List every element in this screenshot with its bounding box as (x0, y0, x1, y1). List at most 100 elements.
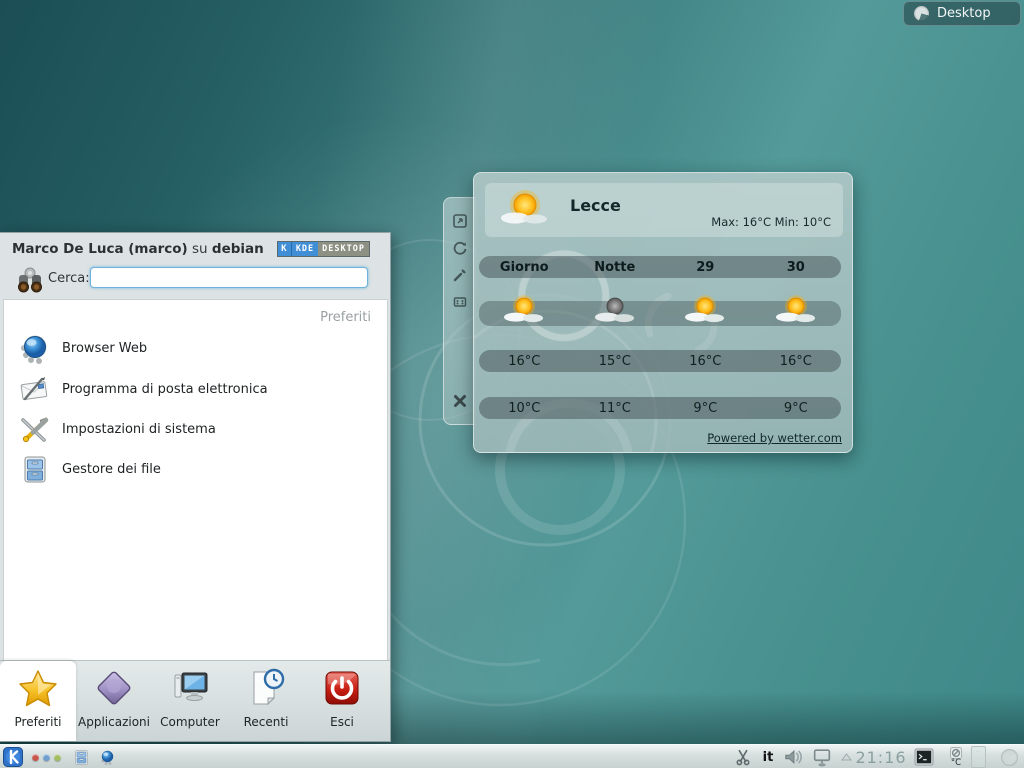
weather-col-label: 29 (660, 260, 751, 275)
favorite-label: Impostazioni di sistema (62, 422, 216, 437)
strip-dot: · (978, 761, 979, 765)
cashew-icon (1001, 749, 1018, 766)
host-name: debian (212, 241, 264, 257)
weather-forecast-icons (479, 301, 841, 326)
web-browser-icon (18, 331, 52, 365)
favorites-section-label: Preferiti (320, 310, 371, 325)
weather-tray-icon[interactable]: °C (943, 745, 969, 768)
widget-configure-button[interactable] (451, 266, 469, 284)
keyboard-layout-indicator[interactable]: it (758, 745, 778, 768)
tab-preferiti[interactable]: Preferiti (0, 661, 76, 741)
file-manager-icon (18, 452, 52, 486)
mail-icon (18, 372, 52, 406)
globe-icon (99, 749, 116, 766)
kickoff-user-line: Marco De Luca (marco) su debian (12, 241, 264, 257)
favorite-item-browser[interactable]: Browser Web (4, 328, 387, 368)
chevron-up-icon (841, 753, 852, 761)
network-tray-icon[interactable] (809, 745, 835, 768)
day-temp: 16°C (660, 354, 751, 369)
bottom-panel: it 21:16 °C (0, 744, 1024, 768)
strip-caption: ···· (977, 749, 981, 753)
network-monitor-icon (811, 748, 833, 767)
tab-label: Preferiti (15, 715, 62, 729)
taskbar-filemanager-launcher[interactable] (70, 745, 92, 768)
day-temp: 16°C (479, 354, 570, 369)
night-temp: 11°C (570, 401, 661, 416)
tab-esci[interactable]: Esci (304, 661, 380, 741)
search-label: Cerca: (48, 271, 90, 286)
volume-tray-icon[interactable] (781, 745, 807, 768)
widget-close-button[interactable] (451, 392, 469, 410)
system-settings-icon (18, 412, 52, 446)
day-temp: 15°C (570, 354, 661, 369)
weather-city: Lecce (570, 196, 621, 215)
kmenu-button[interactable] (2, 745, 24, 768)
tab-label: Recenti (244, 715, 289, 729)
night-temp: 9°C (660, 401, 751, 416)
kickoff-tab-bar: Preferiti Applicazioni Computer (0, 660, 390, 741)
activity-dots[interactable] (28, 745, 64, 768)
weather-day-temps: 16°C 15°C 16°C 16°C (479, 350, 841, 372)
weather-maxmin: Max: 16°C Min: 10°C (711, 215, 831, 229)
red-dot-icon (32, 754, 39, 761)
panel-widget-strip[interactable]: ···· · (971, 746, 986, 768)
file-cabinet-icon (73, 749, 90, 766)
computer-icon (169, 667, 211, 709)
favorite-item-systemsettings[interactable]: Impostazioni di sistema (4, 409, 387, 449)
weather-tray-label: °C (951, 759, 961, 768)
widget-resize-button[interactable] (451, 212, 469, 230)
user-connector: su (188, 241, 212, 257)
weather-condition-icon (495, 185, 555, 235)
recent-documents-icon (245, 667, 287, 709)
kde-badge-desktop: DESKTOP (318, 244, 369, 254)
weather-col-label: Notte (570, 260, 661, 275)
terminal-icon (914, 748, 934, 766)
weather-col-label: Giorno (479, 260, 570, 275)
weather-credit-link[interactable]: Powered by wetter.com (707, 431, 842, 445)
weather-col-label: 30 (751, 260, 842, 275)
favorite-label: Browser Web (62, 341, 147, 356)
favorite-item-mail[interactable]: Programma di posta elettronica (4, 369, 387, 409)
klipper-tray-icon[interactable] (731, 745, 755, 768)
weather-header: Lecce Max: 16°C Min: 10°C (485, 183, 843, 237)
taskbar-browser-launcher[interactable] (96, 745, 118, 768)
weather-night-temps: 10°C 11°C 9°C 9°C (479, 397, 841, 419)
user-name: Marco De Luca (marco) (12, 241, 188, 257)
search-input[interactable] (90, 267, 368, 288)
tab-label: Applicazioni (78, 715, 150, 729)
night-temp: 10°C (479, 401, 570, 416)
green-dot-icon (54, 754, 61, 761)
desktop-toolbox-label: Desktop (937, 6, 991, 21)
tab-computer[interactable]: Computer (152, 661, 228, 741)
weather-column-headers: Giorno Notte 29 30 (479, 256, 841, 278)
binoculars-search-icon (14, 265, 46, 295)
scissors-icon (734, 748, 752, 766)
blue-dot-icon (43, 754, 50, 761)
panel-toolbox-button[interactable] (996, 745, 1022, 768)
tab-applicazioni[interactable]: Applicazioni (76, 661, 152, 741)
no-data-circle-icon (950, 747, 962, 759)
kde-badge-kde: KDE (292, 242, 318, 256)
widget-settings-button[interactable] (451, 293, 469, 311)
speaker-icon (783, 748, 805, 766)
kickoff-launcher: Marco De Luca (marco) su debian K KDE DE… (0, 232, 391, 742)
favorite-item-filemanager[interactable]: Gestore dei file (4, 449, 387, 489)
kde-desktop-badge: K KDE DESKTOP (277, 241, 370, 257)
tray-expander-button[interactable] (838, 745, 854, 768)
applications-icon (93, 667, 135, 709)
konsole-task-button[interactable] (911, 745, 937, 768)
weather-widget: Lecce Max: 16°C Min: 10°C Giorno Notte 2… (473, 172, 853, 453)
kde-logo-icon (3, 747, 23, 767)
widget-rotate-button[interactable] (451, 239, 469, 257)
desktop-toolbox-button[interactable]: Desktop (903, 1, 1021, 26)
favorite-label: Programma di posta elettronica (62, 382, 268, 397)
digital-clock[interactable]: 21:16 (853, 745, 909, 768)
kickoff-favorites-list: Preferiti Browser Web Program (3, 299, 388, 662)
cashew-icon (914, 6, 929, 21)
widget-handle (443, 197, 476, 425)
power-icon (321, 667, 363, 709)
kde-badge-k-icon: K (278, 242, 292, 256)
star-icon (17, 667, 59, 709)
night-temp: 9°C (751, 401, 842, 416)
tab-recenti[interactable]: Recenti (228, 661, 304, 741)
